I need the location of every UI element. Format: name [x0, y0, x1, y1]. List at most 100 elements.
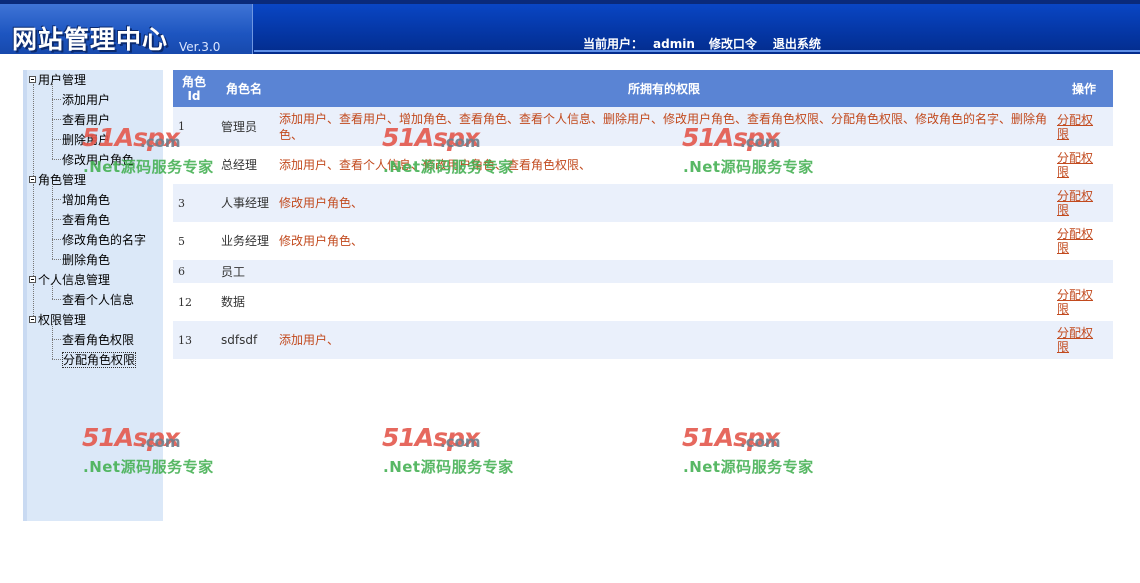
tree-connector [33, 84, 34, 176]
tree-item-label: 查看角色 [62, 213, 111, 227]
tree-group-label: 权限管理 [38, 313, 87, 327]
tree-item-label: 查看角色权限 [62, 333, 135, 347]
cell-role-name: 管理员 [215, 107, 273, 146]
tree-group-role-management[interactable]: 角色管理 [29, 171, 86, 188]
cell-role-name: 数据 [215, 283, 273, 321]
tree-item-assign-role-permissions[interactable]: 分配角色权限 [62, 351, 137, 368]
site-title: 网站管理中心 [12, 25, 169, 54]
assign-permission-link[interactable]: 分配权限 [1057, 151, 1101, 179]
tree-item-label: 删除角色 [62, 253, 111, 267]
top-banner: 网站管理中心 Ver.3.0 当前用户： admin 修改口令 退出系统 [0, 0, 1140, 54]
tree-connector [52, 84, 53, 159]
col-header-operation: 操作 [1055, 70, 1113, 107]
table-header-row: 角色 Id 角色名 所拥有的权限 操作 [173, 70, 1113, 107]
cell-role-id: 3 [173, 184, 215, 222]
table-row: 13 sdfsdf 添加用户、 分配权限 [173, 321, 1113, 359]
logo-block: 网站管理中心 Ver.3.0 [0, 4, 253, 54]
watermark: 51Aspx .com .Net源码服务专家 [382, 423, 522, 481]
tree-item-label: 分配角色权限 [62, 352, 137, 368]
cell-operation: 分配权限 [1055, 146, 1113, 184]
collapse-icon[interactable] [29, 176, 36, 183]
cell-role-id [173, 146, 215, 184]
tree-group-user-management[interactable]: 用户管理 [29, 71, 86, 88]
tree-group-personal-info[interactable]: 个人信息管理 [29, 271, 110, 288]
cell-role-name: 人事经理 [215, 184, 273, 222]
watermark-slogan: .Net源码服务专家 [683, 458, 814, 476]
tree-item-add-user[interactable]: 添加用户 [62, 91, 110, 108]
current-user-name: admin [653, 37, 695, 51]
role-permission-table: 角色 Id 角色名 所拥有的权限 操作 1 管理员 添加用户、查看用户、增加角色、… [173, 70, 1113, 359]
tree-item-add-role[interactable]: 增加角色 [62, 191, 110, 208]
table-row: 3 人事经理 修改用户角色、 分配权限 [173, 184, 1113, 222]
assign-permission-link[interactable]: 分配权限 [1057, 326, 1101, 354]
cell-permissions: 修改用户角色、 [273, 184, 1055, 222]
col-header-permissions: 所拥有的权限 [273, 70, 1055, 107]
cell-role-name: sdfsdf [215, 321, 273, 359]
tree-group-label: 角色管理 [38, 173, 87, 187]
tree-group-label: 个人信息管理 [38, 273, 111, 287]
collapse-icon[interactable] [29, 76, 36, 83]
tree-connector [33, 184, 34, 276]
tree-item-label: 查看个人信息 [62, 293, 135, 307]
cell-operation: 分配权限 [1055, 184, 1113, 222]
cell-permissions: 添加用户、查看个人信息、修改用户角色、查看角色权限、 [273, 146, 1055, 184]
tree-item-view-role-permissions[interactable]: 查看角色权限 [62, 331, 134, 348]
tree-connector [52, 239, 61, 240]
assign-permission-link[interactable]: 分配权限 [1057, 189, 1101, 217]
cell-permissions [273, 283, 1055, 321]
collapse-icon[interactable] [29, 316, 36, 323]
tree-connector [52, 339, 61, 340]
tree-connector [52, 259, 61, 260]
col-header-role-id: 角色 Id [173, 70, 215, 107]
tree-connector [52, 184, 53, 259]
sidebar-menu: 用户管理 添加用户 查看用户 删除用户 修改用户角色 角色管理 增加角色 查看角… [23, 70, 163, 521]
tree-item-label: 修改用户角色 [62, 153, 135, 167]
tree-connector [52, 359, 61, 360]
table-row: 总经理 添加用户、查看个人信息、修改用户角色、查看角色权限、 分配权限 [173, 146, 1113, 184]
tree-item-view-users[interactable]: 查看用户 [62, 111, 110, 128]
logout-link[interactable]: 退出系统 [773, 37, 821, 51]
tree-connector [52, 139, 61, 140]
tree-connector [52, 119, 61, 120]
cell-role-name: 员工 [215, 260, 273, 283]
tree-item-view-personal-info[interactable]: 查看个人信息 [62, 291, 134, 308]
tree-item-delete-role[interactable]: 删除角色 [62, 251, 110, 268]
cell-permissions: 添加用户、 [273, 321, 1055, 359]
cell-role-id: 13 [173, 321, 215, 359]
assign-permission-link[interactable]: 分配权限 [1057, 288, 1101, 316]
watermark-brand: 51Aspx [382, 423, 480, 452]
tree-item-delete-user[interactable]: 删除用户 [62, 131, 110, 148]
tree-item-label: 修改角色的名字 [62, 233, 147, 247]
current-user-label: 当前用户： [583, 37, 644, 51]
tree-connector [52, 324, 53, 359]
cell-operation: 分配权限 [1055, 107, 1113, 146]
assign-permission-link[interactable]: 分配权限 [1057, 113, 1101, 141]
tree-item-rename-role[interactable]: 修改角色的名字 [62, 231, 146, 248]
tree-connector [52, 284, 53, 299]
tree-connector [52, 199, 61, 200]
role-permission-panel: 角色 Id 角色名 所拥有的权限 操作 1 管理员 添加用户、查看用户、增加角色、… [173, 70, 1113, 359]
cell-operation: 分配权限 [1055, 222, 1113, 260]
cell-role-id: 6 [173, 260, 215, 283]
cell-operation [1055, 260, 1113, 283]
tree-item-label: 查看用户 [62, 113, 111, 127]
watermark-domain: .com [440, 433, 481, 451]
tree-connector [52, 159, 61, 160]
watermark-domain: .com [740, 433, 781, 451]
tree-group-permission-management[interactable]: 权限管理 [29, 311, 86, 328]
change-password-link[interactable]: 修改口令 [709, 37, 757, 51]
cell-permissions [273, 260, 1055, 283]
tree-item-view-roles[interactable]: 查看角色 [62, 211, 110, 228]
cell-permissions: 添加用户、查看用户、增加角色、查看角色、查看个人信息、删除用户、修改用户角色、查… [273, 107, 1055, 146]
cell-operation: 分配权限 [1055, 321, 1113, 359]
tree-connector [52, 99, 61, 100]
assign-permission-link[interactable]: 分配权限 [1057, 227, 1101, 255]
watermark-brand: 51Aspx [682, 423, 780, 452]
cell-role-name: 业务经理 [215, 222, 273, 260]
tree-connector [33, 284, 34, 316]
collapse-icon[interactable] [29, 276, 36, 283]
watermark-slogan: .Net源码服务专家 [383, 458, 514, 476]
tree-connector [52, 299, 61, 300]
table-row: 6 员工 [173, 260, 1113, 283]
tree-item-modify-user-role[interactable]: 修改用户角色 [62, 151, 134, 168]
